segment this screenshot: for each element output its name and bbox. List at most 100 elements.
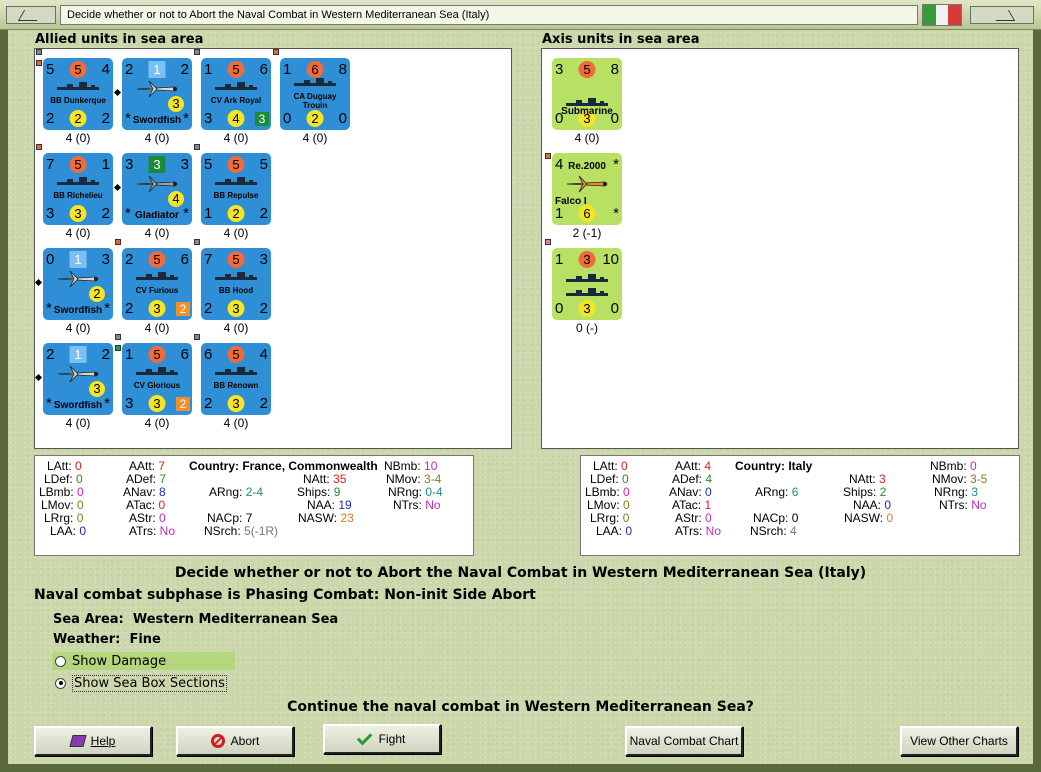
unit-counter[interactable]: 2 6 2 5 3 2 CV Furious	[122, 248, 192, 320]
stat-value: 2-4	[245, 485, 264, 499]
unit-name: BB Dunkerque	[50, 96, 106, 105]
unit-marker-icon	[194, 49, 200, 55]
unit-counter[interactable]: 3 3 * * 3 4 Gladiator	[122, 153, 192, 225]
counter-bottom-value: 3	[227, 300, 245, 317]
close-button[interactable]	[970, 6, 1034, 24]
decision-headline: Decide whether or not to Abort the Naval…	[174, 565, 867, 581]
counter-bottom-left: 2	[125, 300, 134, 317]
counter-bottom-left: 0	[555, 300, 564, 317]
unit-name: BB Richelieu	[53, 191, 103, 200]
unit-counter[interactable]: 7 3 2 2 5 3 BB Hood	[201, 248, 271, 320]
axis-stats-box: LAtt: 0 LDef: 0 LBmb: 0 LMov: 0 LRrg: 0 …	[580, 455, 1020, 556]
unit-counter[interactable]: 5 5 1 2 5 2 BB Repulse	[201, 153, 271, 225]
allied-units-panel: 5 4 2 2 5 2 BB Dunkerque 4 (0) 2 2 * * 1 3 Swordfish 4 …	[34, 48, 512, 449]
unit-name: BB Hood	[218, 286, 254, 295]
naval-combat-chart-button[interactable]: Naval Combat Chart	[625, 726, 743, 756]
stat-label: ARng:	[755, 485, 789, 499]
weather-line: Weather: Fine	[53, 632, 161, 647]
axis-units-panel: 3 8 0 0 5 3 Submarine 4 (0) 4 * 1 * 6 Re.2000 Falco I2…	[541, 48, 1019, 449]
stat-label: ANav:	[669, 485, 702, 499]
unit-counter[interactable]: 4 * 1 * 6 Re.2000 Falco I	[552, 153, 622, 225]
stat-value: 0	[970, 459, 977, 473]
help-button-label: Help	[90, 734, 116, 748]
allied-stats-box: LAtt: 0 LDef: 0 LBmb: 0 LMov: 0 LRrg: 0 …	[34, 455, 474, 556]
stat-value: No	[705, 524, 722, 538]
stat-value: 10	[424, 459, 438, 473]
counter-bottom-value: 3	[69, 205, 87, 222]
ship-silhouette-icon	[132, 272, 182, 281]
unit-counter[interactable]: 1 6 3 5 3 2 CV Glorious	[122, 343, 192, 415]
unit-counter[interactable]: 2 2 * * 1 3 Swordfish	[43, 343, 113, 415]
unit-counter[interactable]: 0 3 * * 1 2 Swordfish	[43, 248, 113, 320]
counter-top-value: 5	[148, 346, 166, 363]
unit-counter[interactable]: 1 8 0 0 6 2 CA Duguay Trouin	[280, 58, 350, 130]
unit-strength: 4 (0)	[144, 321, 170, 335]
help-button[interactable]: Help	[34, 726, 152, 756]
counter-top-value: 5	[227, 156, 245, 173]
unit-counter[interactable]: 2 2 * * 1 3 Swordfish	[122, 58, 192, 130]
stat-value: 3-5	[970, 472, 988, 486]
frame-right	[1033, 30, 1041, 772]
counter-top-left: 1	[283, 61, 292, 78]
aircraft-icon	[57, 270, 99, 288]
unit-strength: 4 (0)	[144, 226, 170, 240]
unit-name: CV Furious	[135, 286, 179, 295]
ship-silhouette-icon	[211, 177, 261, 186]
help-book-icon	[69, 735, 87, 747]
unit-name: Swordfish	[53, 306, 103, 315]
counter-bottom-value: 2	[306, 110, 324, 127]
counter-top-left: 1	[125, 346, 134, 363]
unit-counter[interactable]: 1 6 3 5 4 3 CV Ark Royal	[201, 58, 271, 130]
stat-value: 9	[333, 485, 341, 499]
unit-marker-icon	[36, 60, 42, 66]
fight-button[interactable]: Fight	[323, 724, 441, 754]
counter-bottom-value: 4	[227, 110, 245, 127]
view-other-charts-button[interactable]: View Other Charts	[900, 726, 1018, 756]
stat-label: ATrs:	[129, 524, 157, 538]
unit-name: CV Ark Royal	[210, 96, 262, 105]
counter-top-right: 5	[259, 156, 268, 173]
axis-heading: Axis units in sea area	[542, 32, 700, 47]
unit-strength: 4 (0)	[144, 416, 170, 430]
unit-counter[interactable]: 6 4 2 2 5 3 BB Renown	[201, 343, 271, 415]
counter-top-left: 5	[204, 156, 213, 173]
naval-chart-button-label: Naval Combat Chart	[629, 734, 739, 748]
ship-silhouette-icon	[562, 98, 612, 107]
counter-top-right: 2	[101, 346, 110, 363]
counter-top-right: 4	[259, 346, 268, 363]
show-damage-radio[interactable]	[55, 655, 66, 667]
frame-bottom	[0, 764, 1041, 772]
abort-button[interactable]: Abort	[176, 726, 294, 756]
counter-bottom-left: 3	[125, 395, 134, 412]
unit-name: Swordfish	[132, 116, 182, 125]
stat-label: NMov:	[932, 472, 967, 486]
counter-top-right: 4	[101, 61, 110, 78]
show-sea-box-radio[interactable]	[55, 677, 66, 689]
carrier-link-icon	[113, 183, 122, 192]
unit-counter[interactable]: 3 8 0 0 5 3 Submarine	[552, 58, 622, 130]
unit-counter[interactable]: 5 4 2 2 5 2 BB Dunkerque	[43, 58, 113, 130]
counter-top-value: 5	[69, 156, 87, 173]
unit-counter[interactable]: 1 10 0 0 3 3	[552, 248, 622, 320]
unit-strength: 2 (-1)	[572, 226, 602, 240]
counter-top-right: 3	[180, 156, 189, 173]
stat-value: 8	[159, 485, 166, 499]
unit-name: CA Duguay Trouin	[293, 92, 337, 110]
weather-label: Weather:	[53, 632, 121, 647]
counter-extra-value: 3	[255, 112, 269, 126]
counter-bottom-right: 0	[338, 110, 347, 127]
carrier-link-icon	[34, 373, 43, 382]
show-damage-option[interactable]: Show Damage	[52, 652, 235, 670]
unit-strength: 4 (0)	[144, 131, 170, 145]
minimize-button[interactable]	[6, 6, 56, 24]
show-sea-box-option[interactable]: Show Sea Box Sections	[52, 674, 227, 692]
stat-value: 7	[245, 511, 253, 525]
ship-silhouette-icon	[562, 274, 612, 283]
ship-silhouette-icon	[53, 82, 103, 91]
country-label: Country:	[189, 459, 239, 473]
unit-strength: 4 (0)	[223, 131, 249, 145]
carrier-link-icon	[34, 278, 43, 287]
aircraft-icon	[136, 80, 178, 98]
unit-name: Re.2000	[568, 162, 606, 171]
unit-counter[interactable]: 7 1 3 2 5 3 BB Richelieu	[43, 153, 113, 225]
